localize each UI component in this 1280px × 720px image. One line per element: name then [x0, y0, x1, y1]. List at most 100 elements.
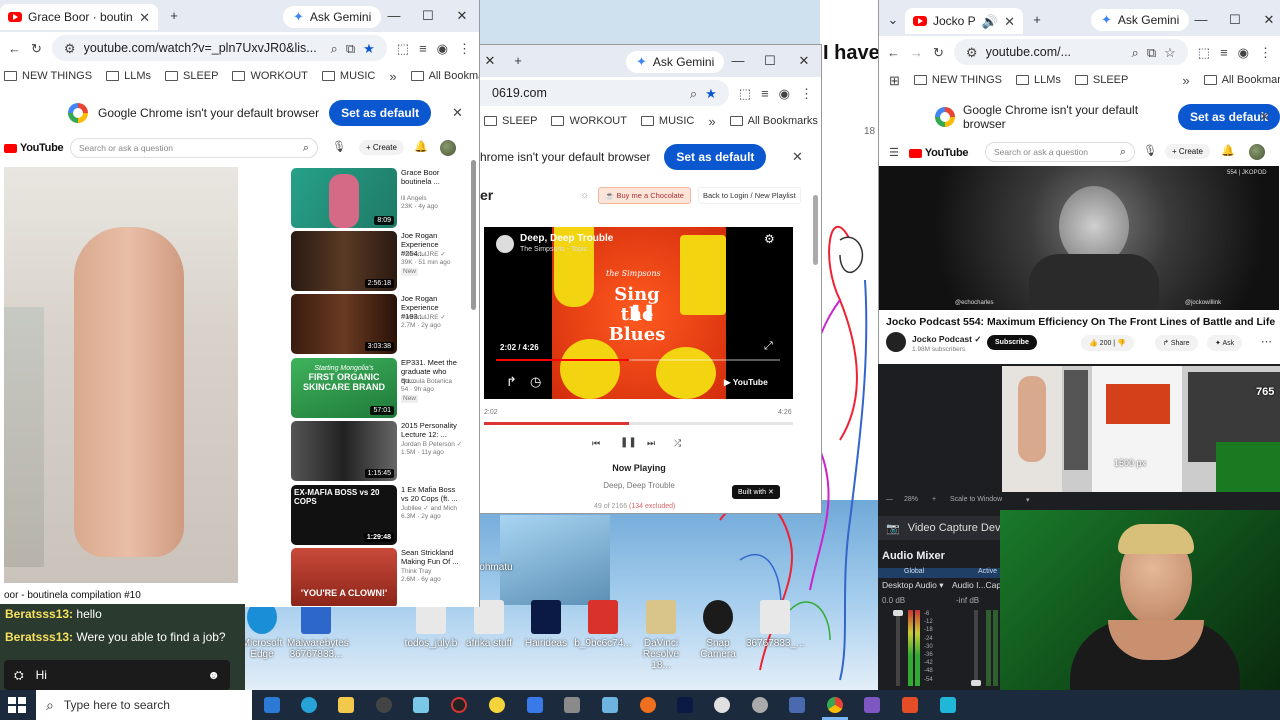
taskbar-search[interactable]: ⌕ Type here to search [36, 690, 252, 720]
ask-gemini-button[interactable]: ✦ Ask Gemini [1091, 9, 1190, 31]
file-explorer-icon[interactable] [338, 697, 354, 713]
profile-icon[interactable]: ◉ [437, 42, 448, 55]
notifications-icon[interactable]: 🔔 [414, 142, 428, 153]
list-item[interactable]: 2:56:18 Joe Rogan Experience #254... Pow… [291, 231, 469, 291]
youtube-search-box[interactable]: Search or ask a question ⌕ [70, 138, 318, 158]
buy-chocolate-button[interactable]: ☕ Buy me a Chocolate [598, 187, 691, 204]
all-bookmarks[interactable]: All Bookmarks [1204, 74, 1280, 86]
all-bookmarks[interactable]: All Bookmarks [411, 70, 479, 82]
playlist-progress-track[interactable] [484, 422, 793, 425]
close-infobar-icon[interactable]: ✕ [792, 150, 803, 163]
reload-icon[interactable]: ↻ [933, 46, 944, 59]
audio-playing-icon[interactable]: 🔊 [982, 15, 998, 28]
video-player[interactable] [4, 167, 238, 583]
search-icon[interactable]: ⌕ [1132, 46, 1139, 59]
bookmark-folder[interactable]: LLMs [106, 70, 151, 82]
microphone-icon[interactable]: 🎙 [332, 142, 346, 153]
bookmark-folder[interactable]: MUSIC [322, 70, 375, 82]
maximize-button[interactable]: ☐ [1227, 12, 1243, 28]
channel-name[interactable]: Jocko Podcast ✓ [912, 334, 981, 345]
like-button[interactable]: 👍 200 | 👎 [1081, 335, 1134, 351]
bookmark-folder[interactable]: WORKOUT [551, 115, 626, 127]
list-item[interactable]: 3:03:38 Joe Rogan Experience #193... Pow… [291, 294, 469, 354]
address-bar[interactable]: ⚙ youtube.com/watch?v=_pln7UxvJR0&lis...… [51, 35, 387, 61]
set-default-button[interactable]: Set as default [664, 144, 767, 170]
app-icon[interactable] [752, 697, 768, 713]
scale-dropdown-icon[interactable]: ▾ [1026, 496, 1030, 504]
tab-search-icon[interactable]: ⌄ [885, 12, 901, 28]
notifications-icon[interactable]: 🔔 [1221, 146, 1235, 157]
firefox-icon[interactable] [640, 697, 656, 713]
search-icon[interactable]: ⌕ [690, 87, 697, 100]
extensions-icon[interactable]: ⬚ [739, 87, 751, 100]
avatar[interactable] [1249, 144, 1265, 160]
close-window-button[interactable]: ✕ [454, 8, 470, 24]
bookmark-folder[interactable]: MUSIC [641, 115, 694, 127]
reload-icon[interactable]: ↻ [31, 42, 42, 55]
more-actions-icon[interactable]: ⋯ [1261, 337, 1272, 348]
all-bookmarks[interactable]: All Bookmarks [730, 115, 818, 127]
desktop-icon[interactable]: Snap Camera [689, 600, 747, 660]
theme-toggle-icon[interactable]: ☼ [580, 191, 589, 201]
list-item[interactable]: EX-MAFIA BOSS vs 20 COPS 1:29:48 1 Ex Ma… [291, 485, 469, 545]
microphone-icon[interactable]: 🎙 [1143, 146, 1157, 157]
channel-avatar[interactable] [886, 332, 906, 352]
close-tab-icon[interactable]: ✕ [482, 53, 498, 69]
desktop-icon[interactable]: 36767833_... [746, 600, 804, 649]
maximize-button[interactable]: ☐ [420, 8, 436, 24]
menu-icon[interactable]: ⋮ [458, 42, 471, 55]
site-settings-icon[interactable]: ⚙ [64, 42, 76, 55]
shuffle-icon[interactable]: ⤮ [674, 439, 681, 448]
desktop-icon[interactable]: b_9bc6c74... [574, 600, 632, 649]
embed-channel[interactable]: The Simpsons - Topic [520, 246, 587, 253]
document-icon[interactable] [527, 697, 543, 713]
site-settings-icon[interactable]: ⚙ [966, 46, 978, 59]
avatar[interactable] [440, 140, 456, 156]
close-tab-icon[interactable]: ✕ [1004, 15, 1015, 28]
close-infobar-icon[interactable]: ✕ [452, 106, 463, 119]
tab-video[interactable]: Grace Boor · boutinela compilatio ✕ [0, 4, 158, 30]
menu-icon[interactable]: ⋮ [1259, 46, 1272, 59]
app-icon[interactable] [451, 697, 467, 713]
brave-icon[interactable] [902, 697, 918, 713]
chat-settings-icon[interactable]: ⛭ [14, 668, 24, 683]
youtube-logo[interactable]: YouTube [4, 142, 64, 154]
cast-icon[interactable]: ⧉ [346, 42, 355, 55]
profile-icon[interactable]: ◉ [1238, 46, 1249, 59]
bookmark-folder[interactable]: WORKOUT [232, 70, 307, 82]
search-icon[interactable]: ⌕ [303, 142, 309, 155]
new-tab-button[interactable]: + [166, 8, 182, 24]
address-bar[interactable]: 0619.com ⌕ ★ [480, 80, 729, 106]
minimize-button[interactable]: — [730, 53, 746, 69]
chrome-icon[interactable] [827, 697, 843, 713]
set-default-button[interactable]: Set as default [329, 100, 432, 126]
app-icon[interactable] [940, 697, 956, 713]
share-button[interactable]: ↱ Share [1155, 335, 1198, 351]
start-button[interactable] [8, 697, 26, 713]
search-icon[interactable]: ⌕ [1120, 146, 1126, 159]
create-button[interactable]: + Create [1165, 144, 1210, 159]
address-bar[interactable]: ⚙ youtube.com/... ⌕ ⧉ ☆ [953, 39, 1188, 65]
embed-progress-track[interactable] [496, 359, 780, 361]
more-bookmarks-icon[interactable]: » [389, 70, 396, 83]
tab-video[interactable]: Jocko Podcast 🔊 ✕ [905, 8, 1023, 34]
youtube-badge[interactable]: ▶ YouTube [724, 377, 768, 388]
pause-button-icon[interactable]: ❚❚ [620, 438, 637, 448]
bookmark-folder[interactable]: SLEEP [1075, 74, 1128, 86]
app-icon[interactable] [376, 697, 392, 713]
profile-icon[interactable]: ◉ [779, 87, 790, 100]
back-icon[interactable]: ← [887, 46, 900, 59]
zoom-in-icon[interactable]: + [932, 496, 936, 503]
tab-active[interactable]: Active [978, 568, 997, 575]
obs-preview[interactable]: 1500 px 765 [1002, 366, 1280, 492]
settings-gear-icon[interactable]: ⚙ [764, 233, 775, 245]
desktop-icon[interactable]: Hairideas [517, 600, 575, 649]
minimize-button[interactable]: — [1193, 12, 1209, 28]
app-icon[interactable] [564, 697, 580, 713]
more-bookmarks-icon[interactable]: » [708, 115, 715, 128]
pause-icon[interactable]: ❚❚ [629, 305, 656, 321]
bookmark-folder[interactable]: LLMs [1016, 74, 1061, 86]
extensions-icon[interactable]: ⬚ [1198, 46, 1210, 59]
more-bookmarks-icon[interactable]: » [1182, 74, 1189, 87]
scrollbar[interactable] [813, 195, 818, 265]
